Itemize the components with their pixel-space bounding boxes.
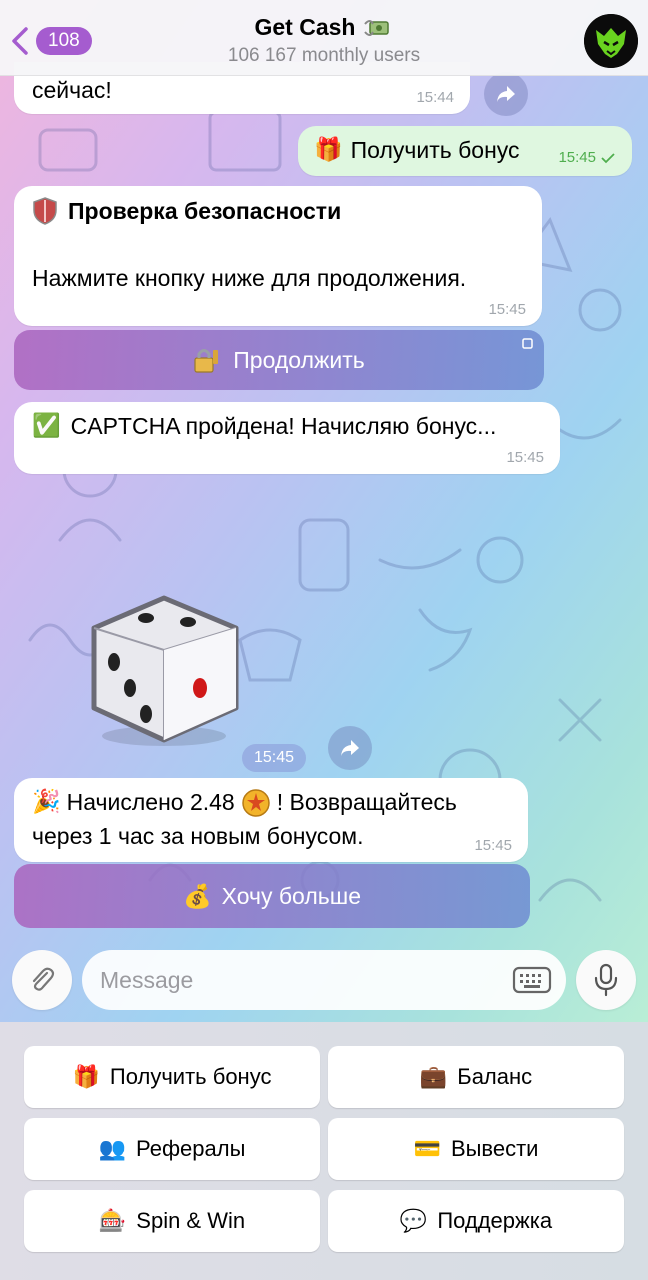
speech-bubble-icon: 💬 [399,1208,428,1234]
credited-rest-text: ! Возвращайтесь [276,789,457,815]
share-button[interactable] [484,72,528,116]
message-time-text: 15:45 [558,149,596,166]
message-line-2: через 1 час за новым бонусом. [32,823,364,849]
spin-win-key[interactable]: 🎰 Spin & Win [24,1190,320,1252]
button-corner-icon [522,338,533,349]
lock-key-icon [194,349,219,373]
withdraw-key[interactable]: 💳 Вывести [328,1118,624,1180]
message-bubble: ✅ CAPTCHA пройдена! Начисляю бонус... 15… [14,402,560,474]
share-button[interactable] [328,726,372,770]
share-arrow-icon [341,740,359,756]
shield-icon [33,197,57,225]
balance-key[interactable]: 💼 Баланс [328,1046,624,1108]
read-check-icon [601,152,615,163]
share-arrow-icon [497,86,515,102]
chat-header: 108 Get Cash 106 167 monthly users [0,0,648,76]
message-title-row: Проверка безопасности [32,196,341,226]
microphone-icon [594,963,618,997]
message-text-row: ✅ CAPTCHA пройдена! Начисляю бонус... [32,410,496,443]
message-time: 15:44 [416,89,454,106]
gift-icon: 🎁 [314,137,343,163]
message-text: Получить бонус [350,137,520,163]
key-label: Spin & Win [136,1208,246,1233]
message-text: сейчас! [32,77,112,103]
reply-keyboard: 🎁 Получить бонус 💼 Баланс 👥 Рефералы 💳 В… [0,1022,648,1280]
key-label: Получить бонус [109,1064,272,1089]
briefcase-icon: 💼 [419,1064,448,1090]
check-mark-icon: ✅ [32,413,61,439]
back-chevron-icon[interactable] [10,26,30,56]
message-time: 15:45 [506,449,544,466]
want-more-button[interactable]: 💰 Хочу больше [14,864,530,928]
message-title: Проверка безопасности [68,197,342,224]
support-key[interactable]: 💬 Поддержка [328,1190,624,1252]
voice-button[interactable] [576,950,636,1010]
key-label: Баланс [457,1064,533,1089]
users-icon: 👥 [98,1136,126,1162]
keyboard-toggle-icon[interactable] [512,965,552,995]
key-label: Вывести [450,1136,539,1161]
message-time: 15:45 [558,149,616,166]
message-text: CAPTCHA пройдена! Начисляю бонус... [70,413,497,439]
chat-subtitle: 106 167 monthly users [227,45,421,66]
money-with-wings-icon [364,19,390,36]
referrals-key[interactable]: 👥 Рефералы [24,1118,320,1180]
want-more-label: Хочу больше [221,882,361,909]
outgoing-message-bubble: 🎁 Получить бонус 15:45 [298,126,632,176]
message-time: 15:45 [488,301,526,318]
get-bonus-key[interactable]: 🎁 Получить бонус [24,1046,320,1108]
message-bubble: Проверка безопасности Нажмите кнопку ниж… [14,186,542,326]
credit-card-icon: 💳 [413,1136,441,1162]
dice-sticker[interactable] [84,588,244,748]
message-bubble: 🎉 Начислено 2.48 ! Возвращайтесь через 1… [14,778,528,862]
key-label: Рефералы [136,1136,246,1161]
avatar[interactable] [584,14,638,68]
dice-icon [91,595,239,746]
message-line-1: 🎉 Начислено 2.48 ! Возвращайтесь [32,786,457,819]
wolf-logo-icon [584,14,638,68]
attach-button[interactable] [12,950,72,1010]
continue-button-label: Продолжить [233,346,365,373]
message-text: Нажмите кнопку ниже для продолжения. [32,265,467,291]
money-bag-icon: 💰 [183,883,212,910]
party-popper-icon: 🎉 [32,789,61,815]
chat-title-area[interactable]: Get Cash 106 167 monthly users [140,14,508,67]
gift-icon: 🎁 [72,1064,100,1090]
message-input[interactable] [82,950,566,1010]
continue-button[interactable]: Продолжить [14,330,544,390]
key-label: Поддержка [437,1208,553,1233]
unread-count-badge[interactable]: 108 [36,27,92,55]
credited-text: Начислено 2.48 [66,789,235,815]
slot-machine-icon: 🎰 [98,1208,127,1234]
message-text-row: 🎁 Получить бонус [314,134,520,167]
sticker-time: 15:45 [242,744,307,772]
chat-title-text: Get Cash [254,14,356,40]
chat-title: Get Cash [140,14,508,41]
coin-icon [241,788,270,817]
paperclip-icon [32,967,55,991]
message-time: 15:45 [474,837,512,854]
